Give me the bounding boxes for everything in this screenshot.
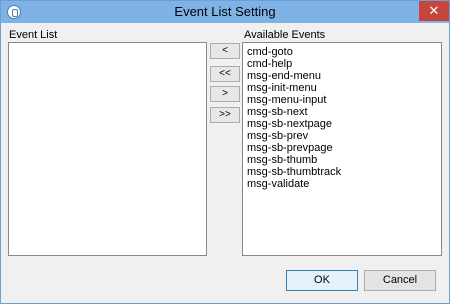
- ok-button[interactable]: OK: [286, 270, 358, 291]
- available-events-label: Available Events: [244, 29, 326, 41]
- window-title: Event List Setting: [174, 4, 276, 19]
- list-item[interactable]: cmd-help: [243, 58, 441, 70]
- dialog-body: Event List < << > >> Available Events cm…: [1, 23, 449, 303]
- event-list-label: Event List: [9, 29, 58, 41]
- event-list-box[interactable]: [8, 42, 207, 256]
- list-item[interactable]: msg-init-menu: [243, 82, 441, 94]
- available-events-box[interactable]: cmd-goto cmd-help msg-end-menu msg-init-men…: [242, 42, 442, 256]
- close-button[interactable]: ✕: [419, 1, 449, 21]
- title-bar[interactable]: Event List Setting ✕: [1, 1, 449, 23]
- list-item[interactable]: msg-menu-input: [243, 94, 441, 106]
- add-one-button[interactable]: <: [210, 43, 240, 59]
- list-item[interactable]: msg-validate: [243, 178, 441, 190]
- list-item[interactable]: msg-end-menu: [243, 70, 441, 82]
- remove-one-button[interactable]: >: [210, 86, 240, 102]
- list-item[interactable]: cmd-goto: [243, 46, 441, 58]
- remove-all-button[interactable]: >>: [210, 107, 240, 123]
- list-item[interactable]: msg-sb-thumb: [243, 154, 441, 166]
- list-item[interactable]: msg-sb-next: [243, 106, 441, 118]
- list-item[interactable]: msg-sb-thumbtrack: [243, 166, 441, 178]
- list-item[interactable]: msg-sb-prevpage: [243, 142, 441, 154]
- list-item[interactable]: msg-sb-prev: [243, 130, 441, 142]
- list-item[interactable]: msg-sb-nextpage: [243, 118, 441, 130]
- event-list-setting-dialog: Event List Setting ✕ Event List < << > >…: [0, 0, 450, 304]
- cancel-button[interactable]: Cancel: [364, 270, 436, 291]
- add-all-button[interactable]: <<: [210, 66, 240, 82]
